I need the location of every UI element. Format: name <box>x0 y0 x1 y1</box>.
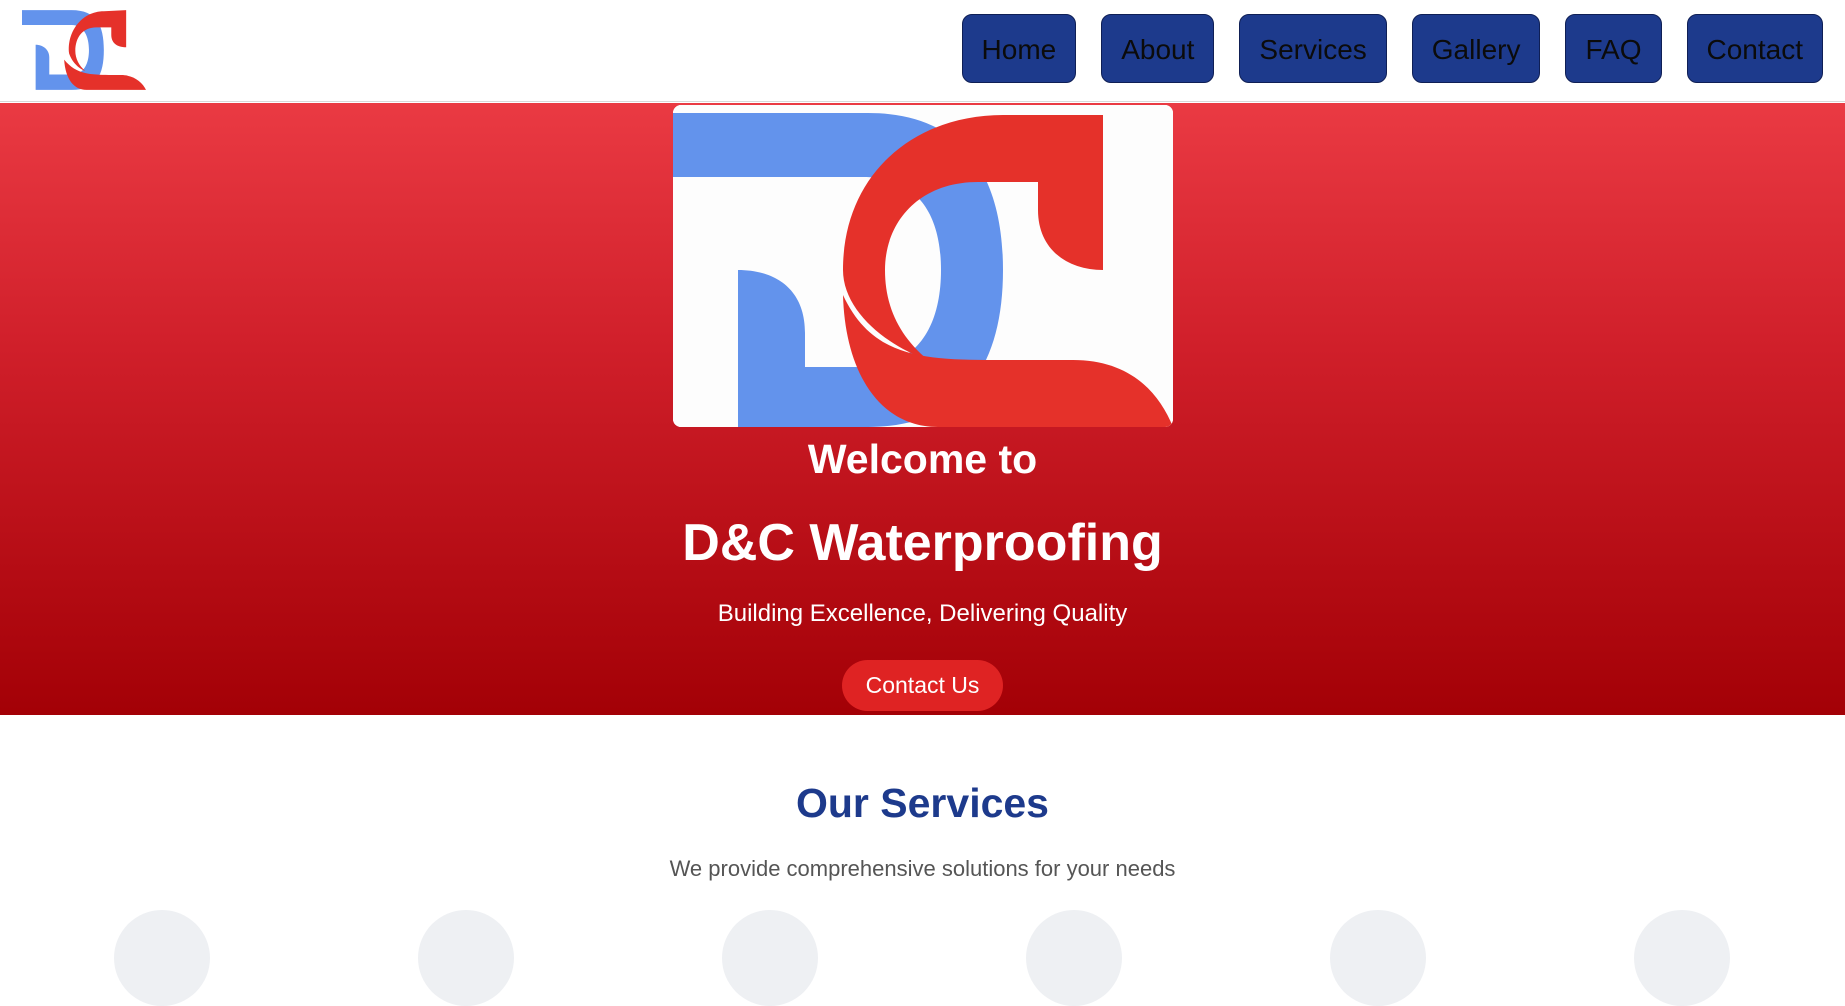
hero-section: Welcome to D&C Waterproofing Building Ex… <box>0 103 1845 715</box>
service-icon-circle <box>418 910 514 1006</box>
nav-contact-button[interactable]: Contact <box>1686 14 1823 83</box>
service-icon-circle <box>1330 910 1426 1006</box>
hero-logo <box>673 105 1173 427</box>
dc-logo-icon <box>22 10 146 90</box>
service-icon-circle <box>722 910 818 1006</box>
dc-logo-icon <box>673 105 1173 427</box>
site-header: Home About Services Gallery FAQ Contact <box>0 0 1845 102</box>
service-icon-circle <box>1634 910 1730 1006</box>
nav-faq-button[interactable]: FAQ <box>1565 14 1662 83</box>
nav-gallery-button[interactable]: Gallery <box>1411 14 1541 83</box>
hero-welcome-text: Welcome to <box>807 436 1038 482</box>
hero-cta-wrapper: Contact Us <box>0 660 1845 711</box>
service-icon-circle <box>1026 910 1122 1006</box>
main-nav: Home About Services Gallery FAQ Contact <box>961 14 1823 83</box>
nav-home-button[interactable]: Home <box>961 14 1077 83</box>
hero-tagline: Building Excellence, Delivering Quality <box>717 600 1128 627</box>
service-icon-circle <box>114 910 210 1006</box>
nav-about-button[interactable]: About <box>1101 14 1215 83</box>
contact-us-button[interactable]: Contact Us <box>841 660 1004 711</box>
services-title: Our Services <box>796 780 1049 826</box>
services-subtitle: We provide comprehensive solutions for y… <box>669 856 1176 881</box>
hero-company-name: D&C Waterproofing <box>682 514 1163 572</box>
nav-services-button[interactable]: Services <box>1239 14 1387 83</box>
header-logo[interactable] <box>22 10 146 90</box>
